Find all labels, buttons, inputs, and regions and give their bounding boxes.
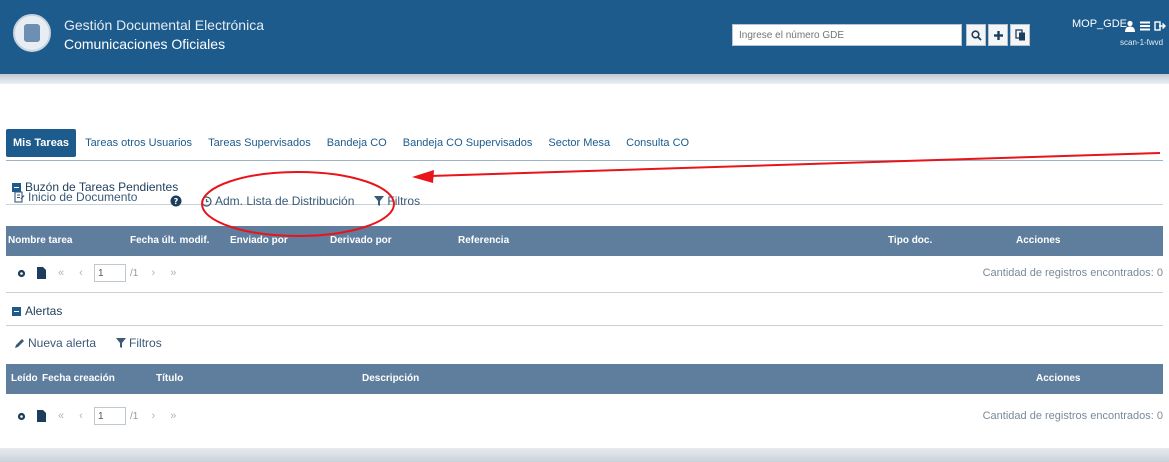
coat-of-arms-logo (13, 14, 51, 52)
export-button[interactable] (34, 265, 48, 281)
inicio-documento-button[interactable]: Inicio de Documento (14, 190, 137, 204)
tasks-record-count: Cantidad de registros encontrados: 0 (982, 267, 1163, 279)
tab-bandeja-co[interactable]: Bandeja CO (320, 129, 394, 157)
tab-consulta-co[interactable]: Consulta CO (619, 129, 696, 157)
tab-mis-tareas[interactable]: Mis Tareas (6, 129, 77, 157)
question-circle-icon: ? (170, 195, 182, 207)
prev-page-button[interactable]: ‹ (74, 265, 88, 281)
gde-number-search-input[interactable] (732, 24, 962, 46)
tasks-filters-button[interactable]: Filtros (374, 194, 420, 208)
documents-button[interactable] (1010, 24, 1030, 46)
help-button[interactable]: ? (170, 195, 185, 207)
settings-button[interactable] (14, 265, 28, 281)
col-acciones: Acciones (1036, 373, 1081, 384)
tasks-toolbar-right: ? Adm. Lista de Distribución Filtros (170, 192, 440, 210)
file-icon (36, 267, 46, 279)
col-fecha-ult-modif[interactable]: Fecha últ. modif. (130, 235, 209, 246)
page-total: /1 (130, 267, 139, 279)
tabs-divider (6, 160, 1163, 161)
tasks-pager: « ‹ /1 › » (14, 264, 186, 282)
alerts-filters-label: Filtros (129, 336, 162, 350)
filter-icon (116, 338, 127, 348)
nueva-alerta-label: Nueva alerta (28, 336, 97, 350)
inicio-documento-label: Inicio de Documento (28, 190, 138, 204)
collapse-icon (12, 306, 21, 316)
menu-icon[interactable] (1139, 20, 1151, 32)
user-name[interactable]: MOP_GDE (1072, 18, 1127, 30)
user-icon[interactable] (1124, 20, 1136, 32)
next-page-button[interactable]: › (146, 408, 160, 424)
section-divider (6, 325, 1163, 326)
export-button[interactable] (34, 408, 48, 424)
clock-icon (201, 195, 212, 207)
col-enviado-por[interactable]: Enviado por (230, 235, 288, 246)
annotation-arrowhead (412, 170, 434, 183)
adm-lista-distribucion-label: Adm. Lista de Distribución (215, 194, 355, 208)
search-button[interactable] (966, 24, 986, 46)
col-fecha-creacion[interactable]: Fecha creación (42, 373, 115, 384)
alerts-grid-header: Leído Fecha creación Título Descripción … (6, 364, 1163, 394)
col-nombre-tarea[interactable]: Nombre tarea (8, 235, 72, 246)
col-leido[interactable]: Leído (11, 373, 38, 384)
plus-icon (993, 30, 1003, 40)
footer-band (0, 448, 1169, 462)
tab-bandeja-co-supervisados[interactable]: Bandeja CO Supervisados (396, 129, 540, 157)
tasks-grid-header: Nombre tarea Fecha últ. modif. Enviado p… (6, 226, 1163, 256)
page-number-input[interactable] (94, 264, 126, 282)
section-divider (6, 292, 1163, 293)
document-edit-icon (14, 191, 25, 203)
tasks-filters-label: Filtros (387, 194, 421, 208)
col-derivado-por[interactable]: Derivado por (330, 235, 392, 246)
alerts-filters-button[interactable]: Filtros (116, 336, 162, 350)
pencil-icon (15, 338, 24, 348)
col-titulo[interactable]: Título (156, 373, 183, 384)
tab-tareas-otros-usuarios[interactable]: Tareas otros Usuarios (78, 129, 199, 157)
search-icon (970, 29, 982, 41)
main-tabs: Mis Tareas Tareas otros Usuarios Tareas … (6, 128, 698, 158)
col-tipo-doc[interactable]: Tipo doc. (888, 235, 932, 246)
filter-icon (374, 196, 385, 206)
app-title: Gestión Documental Electrónica (64, 17, 264, 33)
user-subtitle: scan-1-fwvd (1120, 38, 1164, 47)
app-subtitle: Comunicaciones Oficiales (64, 36, 226, 52)
col-descripcion[interactable]: Descripción (362, 373, 419, 384)
alerts-record-count: Cantidad de registros encontrados: 0 (982, 410, 1163, 422)
tab-sector-mesa[interactable]: Sector Mesa (541, 129, 617, 157)
alerts-toolbar: Nueva alerta Filtros (14, 334, 182, 352)
tab-tareas-supervisados[interactable]: Tareas Supervisados (201, 129, 318, 157)
first-page-button[interactable]: « (54, 408, 68, 424)
logout-icon[interactable] (1154, 20, 1166, 32)
adm-lista-distribucion-button[interactable]: Adm. Lista de Distribución (201, 194, 354, 208)
prev-page-button[interactable]: ‹ (74, 408, 88, 424)
gear-icon (17, 269, 25, 277)
alerts-section-toggle[interactable]: Alertas (12, 304, 62, 318)
add-button[interactable] (988, 24, 1008, 46)
nueva-alerta-button[interactable]: Nueva alerta (14, 336, 96, 350)
settings-button[interactable] (14, 408, 28, 424)
next-page-button[interactable]: › (146, 265, 160, 281)
alerts-section-title: Alertas (25, 304, 63, 318)
first-page-button[interactable]: « (54, 265, 68, 281)
tasks-toolbar-items: Inicio de Documento (14, 190, 157, 204)
gear-icon (17, 412, 25, 420)
header-shadow (0, 74, 1169, 84)
copy-document-icon (1014, 29, 1025, 41)
col-referencia[interactable]: Referencia (458, 235, 509, 246)
svg-text:?: ? (174, 197, 179, 206)
page-total: /1 (130, 410, 139, 422)
col-acciones: Acciones (1016, 235, 1061, 246)
app-header: Gestión Documental Electrónica Comunicac… (0, 0, 1169, 74)
alerts-pager: « ‹ /1 › » (14, 407, 186, 425)
page-number-input[interactable] (94, 407, 126, 425)
last-page-button[interactable]: » (166, 265, 180, 281)
file-icon (36, 410, 46, 422)
last-page-button[interactable]: » (166, 408, 180, 424)
